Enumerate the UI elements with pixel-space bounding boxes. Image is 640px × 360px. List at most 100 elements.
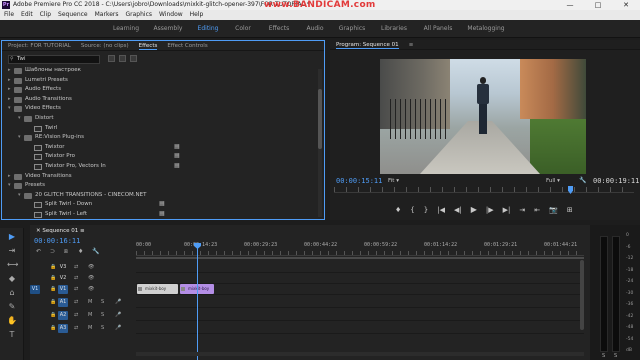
- razor-tool-icon[interactable]: ◆: [7, 274, 17, 283]
- add-marker-icon[interactable]: ♦: [395, 206, 401, 214]
- chevron-right-icon[interactable]: ▸: [8, 85, 11, 95]
- chevron-right-icon[interactable]: ▸: [8, 172, 11, 182]
- timeline-settings-icon[interactable]: 🔧: [92, 248, 99, 255]
- chevron-down-icon[interactable]: ▾: [18, 133, 21, 143]
- chevron-right-icon[interactable]: ▸: [8, 76, 11, 86]
- sync-lock-icon[interactable]: ⇄: [74, 262, 78, 273]
- effects-item[interactable]: Twixtor Pro, Vectors In ▦: [2, 162, 316, 172]
- 32bit-effects-button[interactable]: [119, 55, 126, 62]
- eye-icon[interactable]: 👁: [88, 273, 94, 284]
- quality-dropdown[interactable]: Full ▾: [546, 178, 560, 184]
- sync-lock-icon[interactable]: ⇄: [74, 273, 78, 284]
- button-editor-icon[interactable]: ⊞: [567, 206, 573, 214]
- eye-icon[interactable]: 👁: [88, 284, 94, 295]
- tab-effects[interactable]: Effects: [138, 41, 158, 50]
- track-name[interactable]: A3: [58, 324, 68, 333]
- track-lane-v2[interactable]: [136, 273, 584, 284]
- mic-icon[interactable]: 🎤: [115, 323, 121, 334]
- effects-folder[interactable]: ▸ Lumetri Presets: [2, 76, 316, 86]
- solo-right-button[interactable]: S: [614, 353, 617, 359]
- workspace-assembly[interactable]: Assembly: [154, 20, 183, 38]
- tab-effect-controls[interactable]: Effect Controls: [167, 41, 207, 50]
- linked-selection-icon[interactable]: ⧈: [64, 248, 68, 256]
- workspace-color[interactable]: Color: [235, 20, 251, 38]
- snap-icon[interactable]: ⊃: [50, 248, 55, 255]
- wrench-icon[interactable]: 🔧: [579, 177, 586, 184]
- minimize-button[interactable]: —: [556, 0, 584, 10]
- mic-icon[interactable]: 🎤: [115, 310, 121, 321]
- effects-folder[interactable]: ▾ Presets: [2, 181, 316, 191]
- work-area-bar[interactable]: [136, 257, 584, 259]
- program-scrubber[interactable]: [334, 187, 634, 193]
- effects-item[interactable]: Split Twirl - Left ▦: [2, 210, 316, 220]
- mic-icon[interactable]: 🎤: [115, 297, 121, 308]
- effects-scrollbar[interactable]: [318, 69, 322, 217]
- menu-file[interactable]: File: [4, 10, 14, 20]
- sync-lock-icon[interactable]: ⇄: [74, 284, 78, 295]
- solo-button[interactable]: S: [101, 310, 104, 321]
- add-marker-timeline-icon[interactable]: ♦: [78, 248, 83, 255]
- export-frame-icon[interactable]: 📷: [549, 206, 558, 214]
- effects-search-input[interactable]: ⚲ Twi: [8, 55, 100, 64]
- go-to-in-icon[interactable]: |◀: [437, 206, 445, 214]
- menu-edit[interactable]: Edit: [21, 10, 33, 20]
- timeline-clip[interactable]: mixkit-boy: [137, 284, 178, 294]
- lock-icon[interactable]: 🔒: [50, 323, 56, 334]
- tab-source[interactable]: Source: (no clips): [81, 41, 129, 50]
- lock-icon[interactable]: 🔒: [50, 262, 56, 273]
- chevron-down-icon[interactable]: ▾: [8, 181, 11, 191]
- track-lane-a3[interactable]: [136, 323, 584, 334]
- track-name[interactable]: A1: [58, 298, 68, 307]
- effects-folder[interactable]: ▾ Video Effects: [2, 104, 316, 114]
- slip-tool-icon[interactable]: ⌂: [7, 288, 17, 297]
- timeline-tab[interactable]: ✕ Sequence 01 ≡: [36, 228, 85, 234]
- effects-folder[interactable]: ▸ Шаблоны настроек: [2, 66, 316, 76]
- yuv-effects-button[interactable]: [130, 55, 137, 62]
- lift-icon[interactable]: ⇥: [519, 206, 525, 214]
- track-name[interactable]: V2: [58, 274, 68, 283]
- effects-folder[interactable]: ▾ Distort: [2, 114, 316, 124]
- step-forward-icon[interactable]: |▶: [486, 206, 494, 214]
- solo-button[interactable]: S: [101, 323, 104, 334]
- effects-folder[interactable]: ▸ Audio Effects: [2, 85, 316, 95]
- timeline-close-icon[interactable]: ✕: [36, 228, 41, 234]
- source-patch-v1[interactable]: V1: [30, 285, 40, 294]
- lock-icon[interactable]: 🔒: [50, 284, 56, 295]
- menu-clip[interactable]: Clip: [40, 10, 51, 20]
- chevron-down-icon[interactable]: ▾: [8, 104, 11, 114]
- mute-button[interactable]: M: [88, 310, 92, 321]
- solo-button[interactable]: S: [101, 297, 104, 308]
- tab-program[interactable]: Program: Sequence 01: [336, 40, 399, 49]
- track-select-tool-icon[interactable]: ⇥: [7, 246, 17, 255]
- workspace-libraries[interactable]: Libraries: [381, 20, 407, 38]
- effects-item[interactable]: Twixtor Pro ▦: [2, 152, 316, 162]
- close-button[interactable]: ✕: [612, 0, 640, 10]
- chevron-right-icon[interactable]: ▸: [8, 66, 11, 76]
- sync-lock-icon[interactable]: ⇄: [74, 310, 78, 321]
- type-tool-icon[interactable]: T: [7, 330, 17, 339]
- step-back-icon[interactable]: ◀|: [454, 206, 462, 214]
- lock-icon[interactable]: 🔒: [50, 310, 56, 321]
- track-lane-a1[interactable]: [136, 297, 584, 308]
- effects-item[interactable]: Split Twirl - Down ▦: [2, 200, 316, 210]
- track-lane-a2[interactable]: [136, 310, 584, 321]
- workspace-learning[interactable]: Learning: [113, 20, 139, 38]
- timeline-horizontal-scrollbar[interactable]: [136, 352, 584, 356]
- sync-lock-icon[interactable]: ⇄: [74, 323, 78, 334]
- accelerated-effects-button[interactable]: [108, 55, 115, 62]
- lock-icon[interactable]: 🔒: [50, 297, 56, 308]
- mute-button[interactable]: M: [88, 323, 92, 334]
- effects-folder[interactable]: ▸ Video Transitions: [2, 172, 316, 182]
- workspace-metalogging[interactable]: Metalogging: [467, 20, 504, 38]
- ripple-edit-tool-icon[interactable]: ⟷: [7, 260, 18, 269]
- timeline-timecode[interactable]: 00:00:16:11: [34, 237, 80, 245]
- menu-graphics[interactable]: Graphics: [126, 10, 153, 20]
- mark-in-icon[interactable]: {: [410, 206, 414, 214]
- menu-window[interactable]: Window: [159, 10, 183, 20]
- fit-dropdown[interactable]: Fit ▾: [388, 178, 399, 184]
- mark-out-icon[interactable]: }: [424, 206, 428, 214]
- timeline-menu-icon[interactable]: ≡: [80, 228, 85, 234]
- selection-tool-icon[interactable]: ▶: [7, 232, 17, 241]
- program-menu-icon[interactable]: ≡: [409, 40, 414, 49]
- menu-help[interactable]: Help: [190, 10, 204, 20]
